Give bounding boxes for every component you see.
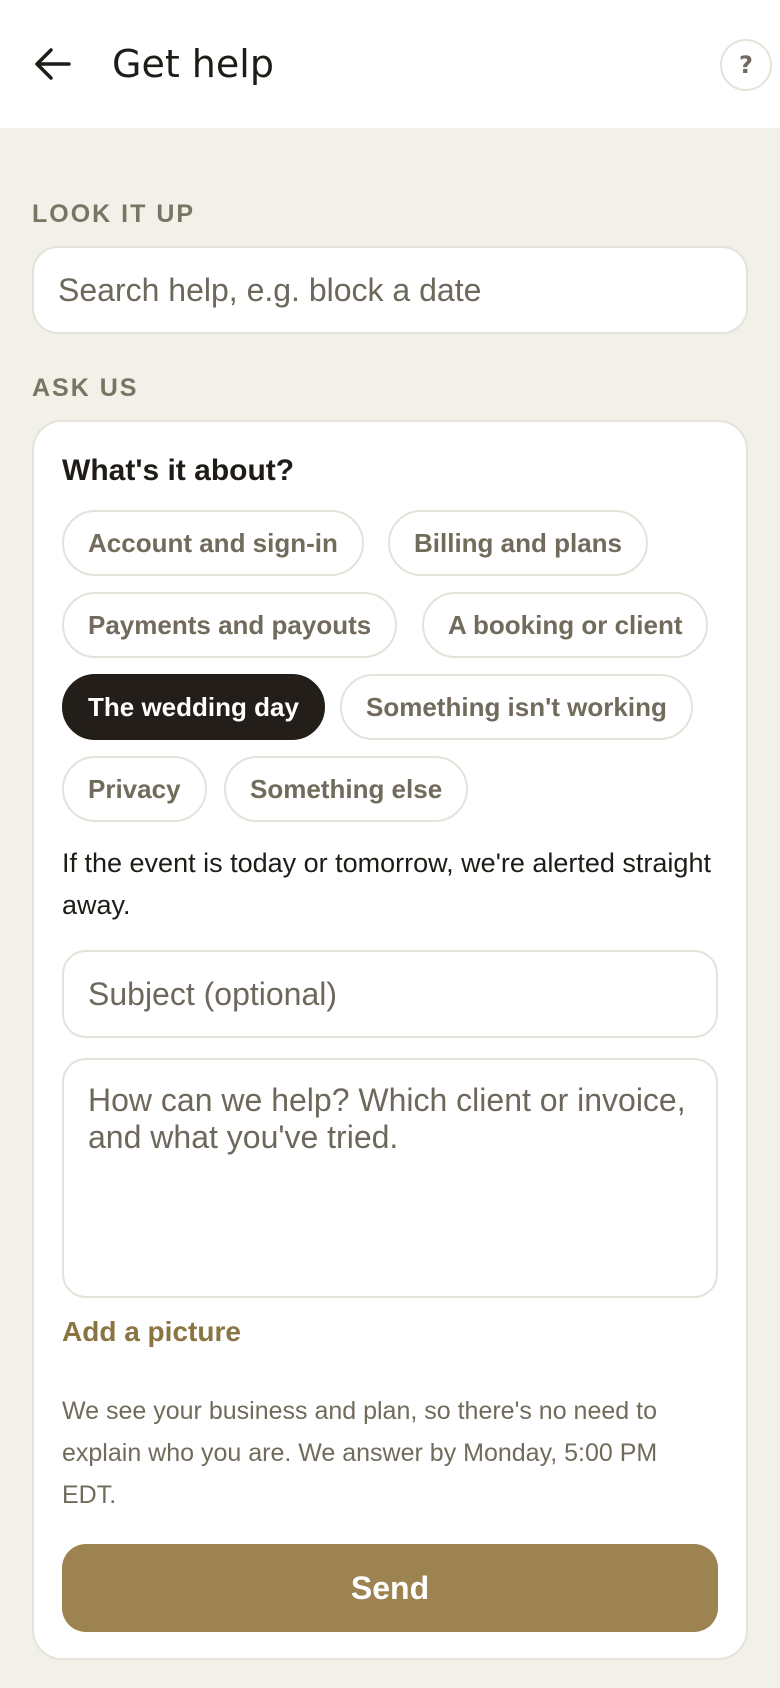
urgent-alert-note: If the event is today or tomorrow, we're… — [62, 848, 711, 920]
section-label-ask-us: ASK US — [32, 374, 139, 402]
search-input[interactable] — [32, 246, 748, 334]
topic-heading: What's it about? — [62, 454, 295, 487]
topic-chip-account[interactable]: Account and sign-in — [62, 510, 364, 576]
message-textarea[interactable] — [62, 1058, 718, 1298]
subject-input[interactable] — [62, 950, 718, 1038]
response-info-text: We see your business and plan, so there'… — [62, 1397, 658, 1509]
ask-us-card: What's it about? Account and sign-in Bil… — [32, 420, 748, 1660]
help-button[interactable]: ? — [720, 39, 772, 91]
topic-chip-privacy[interactable]: Privacy — [62, 756, 207, 822]
page-title: Get help — [112, 42, 274, 86]
back-button[interactable] — [26, 34, 78, 94]
section-label-look-it-up: LOOK IT UP — [32, 200, 196, 228]
topic-chip-billing[interactable]: Billing and plans — [388, 510, 649, 576]
topic-chip-payments[interactable]: Payments and payouts — [62, 592, 398, 658]
top-app-bar: Get help ? — [0, 0, 780, 128]
add-picture-link[interactable]: Add a picture — [62, 1316, 241, 1348]
arrow-left-icon — [35, 48, 71, 80]
send-button[interactable]: Send — [62, 1544, 718, 1632]
topic-chip-booking[interactable]: A booking or client — [422, 592, 709, 658]
topic-chip-something-else[interactable]: Something else — [224, 756, 469, 822]
topic-chip-wedding-day[interactable]: The wedding day — [62, 674, 325, 740]
topic-chip-not-working[interactable]: Something isn't working — [340, 674, 693, 740]
